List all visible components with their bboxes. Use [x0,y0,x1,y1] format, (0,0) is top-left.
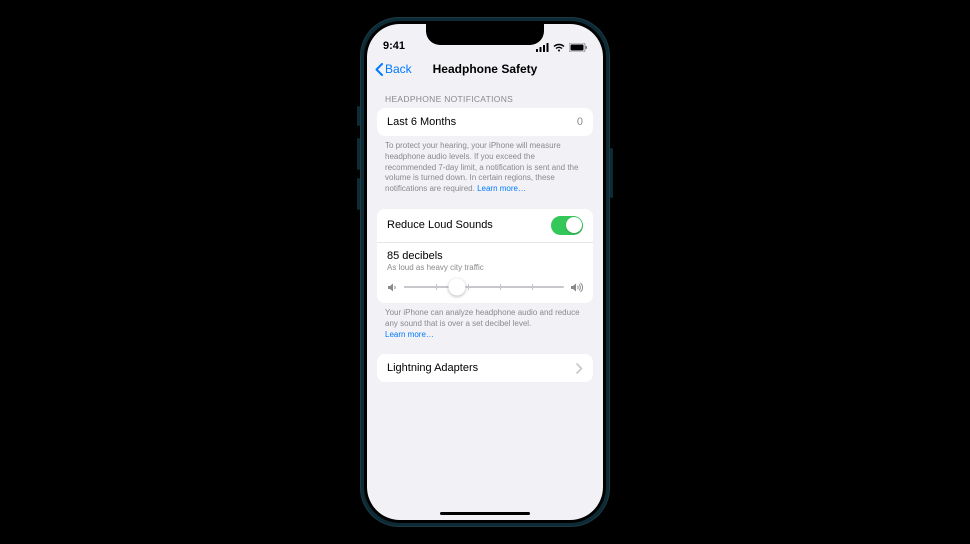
notch [426,24,544,45]
row-label: Lightning Adapters [387,362,478,374]
row-label: Last 6 Months [387,116,456,128]
power-button [610,148,613,198]
decibel-slider-row: 85 decibels As loud as heavy city traffi… [377,242,593,303]
battery-icon [569,43,587,52]
reduce-loud-sounds-row: Reduce Loud Sounds [377,209,593,242]
wifi-icon [553,43,565,52]
toggle-label: Reduce Loud Sounds [387,219,493,231]
mute-switch [357,106,360,126]
decibel-slider[interactable] [404,286,564,288]
status-time: 9:41 [383,40,405,52]
learn-more-link[interactable]: Learn more… [385,330,434,339]
notifications-footer: To protect your hearing, your iPhone wil… [377,136,593,195]
iphone-frame: 9:41 Back Headphone Safety HEADPHONE NOT… [361,18,609,526]
settings-content: HEADPHONE NOTIFICATIONS Last 6 Months 0 … [367,84,603,382]
reduce-loud-sounds-group: Reduce Loud Sounds 85 decibels As loud a… [377,209,593,303]
screen: 9:41 Back Headphone Safety HEADPHONE NOT… [367,24,603,520]
notifications-group: Last 6 Months 0 [377,108,593,136]
chevron-right-icon [576,363,583,374]
speaker-high-icon [570,282,583,293]
row-value: 0 [577,116,583,128]
speaker-low-icon [387,282,398,293]
decibel-sublabel: As loud as heavy city traffic [387,263,583,272]
chevron-left-icon [375,63,383,76]
last-6-months-row[interactable]: Last 6 Months 0 [377,108,593,136]
volume-down-button [357,178,360,210]
section-header-notifications: HEADPHONE NOTIFICATIONS [377,84,593,108]
lightning-adapters-row[interactable]: Lightning Adapters [377,354,593,382]
decibel-label: 85 decibels [387,250,583,262]
learn-more-link[interactable]: Learn more… [477,184,526,193]
slider-thumb[interactable] [448,279,465,296]
adapters-group: Lightning Adapters [377,354,593,382]
reduce-loud-sounds-toggle[interactable] [551,216,583,235]
back-label: Back [385,62,412,76]
home-indicator[interactable] [440,512,530,516]
footer-text: Your iPhone can analyze headphone audio … [385,308,580,328]
reduce-footer: Your iPhone can analyze headphone audio … [377,303,593,340]
nav-bar: Back Headphone Safety [367,54,603,84]
volume-up-button [357,138,360,170]
back-button[interactable]: Back [375,62,412,76]
cellular-icon [536,43,549,52]
